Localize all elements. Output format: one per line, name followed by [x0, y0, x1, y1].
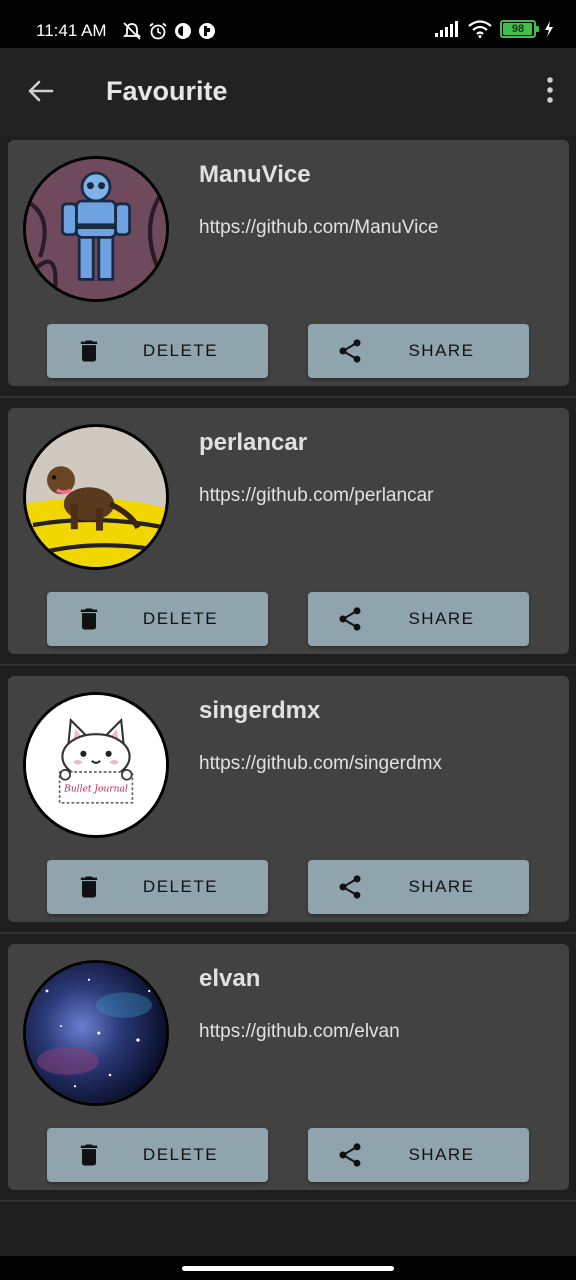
gesture-handle[interactable]	[182, 1266, 394, 1271]
share-label: SHARE	[408, 877, 475, 896]
avatar	[23, 424, 169, 570]
avatar	[23, 156, 169, 302]
overflow-menu-button[interactable]	[542, 72, 558, 108]
list-item: perlancar https://github.com/perlancar D…	[0, 398, 576, 666]
delete-button[interactable]: DELETE	[47, 324, 268, 378]
avatar-cat-image: Bullet Journal	[26, 695, 166, 835]
app-icon	[199, 23, 215, 39]
share-label: SHARE	[408, 341, 475, 360]
list-item: elvan https://github.com/elvan DELETE SH…	[0, 934, 576, 1202]
delete-label: DELETE	[142, 1145, 219, 1164]
share-label: SHARE	[408, 1145, 475, 1164]
notifications-off-icon	[122, 22, 142, 40]
avatar: Bullet Journal	[23, 692, 169, 838]
username: ManuVice	[199, 161, 311, 188]
favourite-card[interactable]: Bullet Journal singerdmx https://github.…	[8, 676, 569, 922]
status-time: 11:41 AM	[36, 21, 107, 40]
more-vert-icon	[547, 77, 553, 103]
favourite-card[interactable]: perlancar https://github.com/perlancar D…	[8, 408, 569, 654]
delete-button[interactable]: DELETE	[47, 1128, 268, 1182]
avatar-galaxy-image	[26, 963, 166, 1103]
share-button[interactable]: SHARE	[308, 1128, 529, 1182]
signal-icon	[435, 21, 458, 37]
username: singerdmx	[199, 697, 321, 724]
status-bar: 11:41 AM 98	[0, 0, 576, 48]
profile-url[interactable]: https://github.com/singerdmx	[199, 752, 442, 776]
delete-label: DELETE	[142, 877, 219, 896]
favourite-card[interactable]: elvan https://github.com/elvan DELETE SH…	[8, 944, 569, 1190]
list-item: ManuVice https://github.com/ManuVice DEL…	[0, 130, 576, 398]
delete-button[interactable]: DELETE	[47, 860, 268, 914]
profile-url[interactable]: https://github.com/elvan	[199, 1020, 400, 1044]
favourite-card[interactable]: ManuVice https://github.com/ManuVice DEL…	[8, 140, 569, 386]
username: perlancar	[199, 429, 308, 456]
alarm-icon	[149, 22, 167, 40]
battery-icon: 98	[500, 20, 539, 38]
charging-icon	[545, 21, 553, 37]
username: elvan	[199, 965, 261, 992]
profile-url[interactable]: https://github.com/ManuVice	[199, 216, 438, 240]
page-title: Favourite	[106, 76, 228, 106]
wifi-icon	[468, 20, 492, 38]
battery-nub	[536, 26, 539, 32]
system-nav-bar	[0, 1256, 576, 1280]
divider	[0, 1200, 576, 1202]
app-bar: Favourite	[0, 48, 576, 136]
avatar-text: Bullet Journal	[63, 785, 128, 795]
share-label: SHARE	[408, 609, 475, 628]
avatar	[23, 960, 169, 1106]
arrow-back-icon	[28, 80, 54, 102]
profile-url[interactable]: https://github.com/perlancar	[199, 484, 433, 508]
avatar-robot-image	[26, 159, 166, 299]
back-button[interactable]	[24, 74, 58, 108]
status-right-icons: 98	[434, 20, 554, 38]
share-button[interactable]: SHARE	[308, 324, 529, 378]
delete-button[interactable]: DELETE	[47, 592, 268, 646]
share-button[interactable]: SHARE	[308, 592, 529, 646]
share-button[interactable]: SHARE	[308, 860, 529, 914]
status-left-icons	[122, 22, 216, 40]
delete-label: DELETE	[142, 341, 219, 360]
list-item: Bullet Journal singerdmx https://github.…	[0, 666, 576, 934]
battery-level: 98	[511, 23, 525, 35]
app-icon	[175, 23, 191, 39]
delete-label: DELETE	[142, 609, 219, 628]
avatar-dog-image	[26, 427, 166, 567]
